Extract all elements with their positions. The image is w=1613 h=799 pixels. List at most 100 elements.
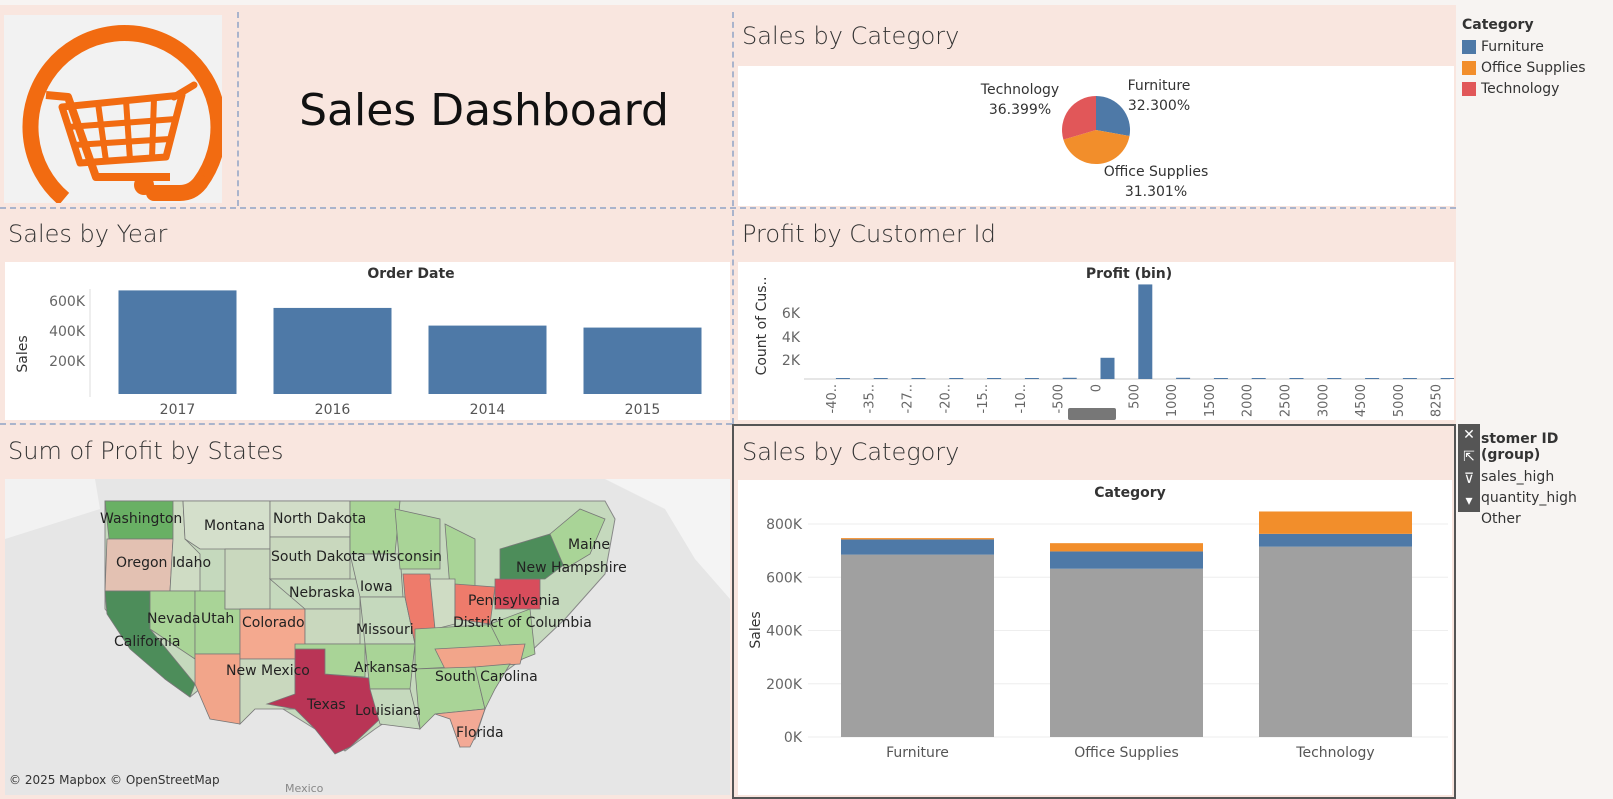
stacked-bar-quantity_high-technology[interactable] — [1259, 511, 1412, 534]
profit-histogram-area[interactable]: Profit (bin) Count of Cus.. 6K 4K 2K -40… — [738, 262, 1455, 420]
hist-xtick: -500 — [1052, 384, 1067, 414]
state-label-south-carolina: South Carolina — [435, 669, 538, 685]
pie-chart-area[interactable]: Technology 36.399% Furniture 32.300% Off… — [738, 66, 1454, 206]
dashboard-title: Sales Dashboard — [299, 85, 669, 136]
hist-ytick-4k: 4K — [782, 330, 801, 346]
state-label-nevada: Nevada — [147, 611, 200, 627]
legend-item-quantity-high[interactable]: quantity_high — [1481, 487, 1613, 508]
divider — [0, 423, 732, 425]
hist-xtick: 3000 — [1316, 384, 1331, 417]
pie-label-furniture-name: Furniture — [1128, 78, 1191, 94]
stacked-bar-quantity_high-office-supplies[interactable] — [1050, 543, 1203, 552]
hist-xtick: 8250 — [1430, 384, 1445, 417]
category-legend[interactable]: Category Furniture Office Supplies Techn… — [1462, 17, 1586, 99]
stacked-ylabel: Sales — [748, 611, 764, 648]
hist-xtick: 5000 — [1392, 384, 1407, 417]
hist-ytick-2k: 2K — [782, 353, 801, 369]
hist-bar[interactable] — [911, 378, 926, 379]
pie-label-technology-name: Technology — [980, 82, 1059, 98]
pie-label-furniture-pct: 32.300% — [1128, 98, 1190, 114]
hist-ytick-6k: 6K — [782, 306, 801, 322]
stacked-bar-sales_high-technology[interactable] — [1259, 533, 1412, 547]
country-label-mexico: Mexico — [285, 782, 324, 795]
legend-item-technology[interactable]: Technology — [1462, 78, 1586, 99]
stacked-ytick: 400K — [766, 624, 803, 640]
tick-year-2014: 2014 — [470, 402, 506, 418]
hist-header: Profit (bin) — [1086, 266, 1172, 282]
hist-bar[interactable] — [1440, 378, 1455, 379]
stacked-sales-pane[interactable]: Sales by Category Category Sales 800K 600… — [732, 424, 1456, 799]
resize-handle[interactable] — [1068, 408, 1116, 420]
hist-bar[interactable] — [835, 378, 850, 379]
legend-item-sales-high[interactable]: sales_high — [1481, 466, 1613, 487]
legend-item-other[interactable]: Other — [1481, 508, 1613, 529]
state-label-washington: Washington — [100, 511, 182, 527]
hist-ylabel: Count of Cus.. — [754, 277, 770, 376]
stacked-bar-Other-office-supplies[interactable] — [1050, 568, 1203, 737]
sales-by-year-pane: Sales by Year Order Date Sales 600K 400K… — [0, 208, 732, 424]
sales-by-year-chart[interactable]: Order Date Sales 600K 400K 200K 2017 2016… — [5, 262, 730, 420]
hist-bar[interactable] — [1024, 378, 1039, 379]
legend-item-office-supplies[interactable]: Office Supplies — [1462, 57, 1586, 78]
bar-year-2017[interactable] — [118, 290, 237, 394]
profit-by-customer-pane: Profit by Customer Id Profit (bin) Count… — [732, 208, 1456, 424]
bar-year-2014[interactable] — [428, 325, 547, 394]
bar-year-2015[interactable] — [583, 327, 702, 394]
hist-bar[interactable] — [1289, 378, 1304, 379]
cart-logo — [4, 15, 222, 203]
hist-bar[interactable] — [1062, 377, 1077, 379]
stacked-xtick: Furniture — [886, 745, 949, 761]
hist-bar[interactable] — [1213, 378, 1228, 379]
stacked-bar-Other-technology[interactable] — [1259, 546, 1412, 737]
hist-bar[interactable] — [1251, 378, 1266, 379]
year-ytick-600k: 600K — [49, 294, 86, 310]
stacked-bar-Other-furniture[interactable] — [841, 554, 994, 737]
state-label-louisiana: Louisiana — [355, 703, 421, 719]
state-label-idaho: Idaho — [172, 555, 211, 571]
bar-year-2016[interactable] — [273, 307, 392, 394]
hist-bar[interactable] — [1176, 377, 1191, 379]
hist-bar[interactable] — [987, 378, 1002, 379]
state-label-arkansas: Arkansas — [354, 660, 418, 676]
sales-by-year-chart-area[interactable]: Order Date Sales 600K 400K 200K 2017 2016… — [5, 262, 730, 420]
stacked-ytick: 800K — [766, 517, 803, 533]
stacked-sales-title: Sales by Category — [742, 438, 960, 466]
state-label-montana: Montana — [204, 518, 265, 534]
hist-bar[interactable] — [1100, 357, 1115, 379]
map-svg[interactable]: Washington Montana North Dakota Oregon I… — [5, 479, 730, 795]
stacked-bar-sales_high-furniture[interactable] — [841, 539, 994, 555]
stacked-ytick: 600K — [766, 570, 803, 586]
pie-chart[interactable]: Technology 36.399% Furniture 32.300% Off… — [738, 66, 1454, 206]
hist-bar[interactable] — [1327, 378, 1342, 379]
open-external-icon[interactable]: ⇱ — [1458, 446, 1480, 468]
map-title: Sum of Profit by States — [8, 437, 284, 465]
customer-group-legend[interactable]: stomer ID (group) sales_high quantity_hi… — [1481, 431, 1613, 529]
filter-icon[interactable]: ⊽ — [1458, 468, 1480, 490]
hist-bar[interactable] — [873, 378, 888, 379]
profit-by-customer-title: Profit by Customer Id — [742, 220, 996, 248]
hist-bar[interactable] — [949, 378, 964, 379]
chevron-down-icon[interactable]: ▾ — [1458, 490, 1480, 512]
profit-histogram[interactable]: Profit (bin) Count of Cus.. 6K 4K 2K -40… — [738, 262, 1455, 420]
state-label-missouri: Missouri — [356, 622, 414, 638]
hist-xtick: 2000 — [1241, 384, 1256, 417]
hist-bar[interactable] — [1138, 284, 1153, 379]
hist-bar[interactable] — [1402, 378, 1417, 379]
state-label-california: California — [114, 634, 180, 650]
state-label-pennsylvania: Pennsylvania — [468, 593, 560, 609]
hist-xtick: -27.. — [901, 384, 916, 414]
legend-item-furniture[interactable]: Furniture — [1462, 36, 1586, 57]
stacked-bar-quantity_high-furniture[interactable] — [841, 538, 994, 540]
hist-xtick: -40.. — [825, 384, 840, 414]
worksheet-toolbar[interactable]: ✕ ⇱ ⊽ ▾ — [1458, 424, 1480, 512]
hist-xtick: 2500 — [1279, 384, 1294, 417]
state-profit-map[interactable]: Washington Montana North Dakota Oregon I… — [5, 479, 730, 795]
hist-bar[interactable] — [1365, 378, 1380, 379]
year-ytick-400k: 400K — [49, 324, 86, 340]
stacked-header: Category — [1094, 485, 1166, 501]
stacked-sales-chart[interactable]: Category Sales 800K 600K 400K 200K 0K Furnit… — [738, 480, 1452, 795]
close-icon[interactable]: ✕ — [1458, 424, 1480, 446]
state-label-new-mexico: New Mexico — [226, 663, 310, 679]
stacked-bar-sales_high-office-supplies[interactable] — [1050, 551, 1203, 569]
stacked-sales-chart-area[interactable]: Category Sales 800K 600K 400K 200K 0K Furnit… — [738, 480, 1452, 795]
